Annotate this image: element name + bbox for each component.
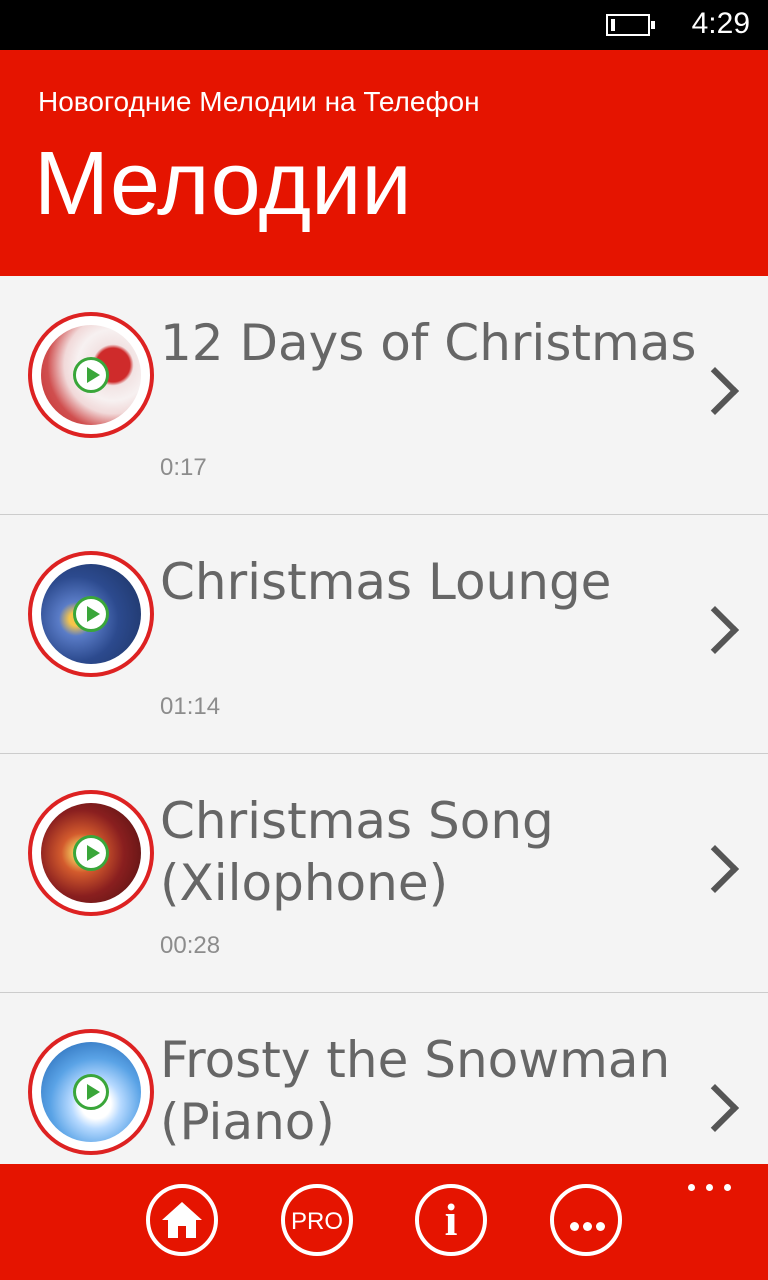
song-title: Christmas Lounge	[160, 553, 612, 611]
song-duration: 0:17	[160, 454, 207, 481]
play-icon[interactable]	[73, 1074, 109, 1110]
home-icon	[162, 1202, 202, 1238]
home-button[interactable]	[146, 1184, 218, 1256]
song-item[interactable]: Frosty the Snowman (Piano)	[0, 993, 768, 1164]
song-thumbnail	[28, 312, 154, 438]
app-bar: PRO i	[0, 1164, 768, 1280]
song-duration: 00:28	[160, 932, 221, 959]
play-icon[interactable]	[73, 357, 109, 393]
song-thumbnail	[28, 551, 154, 677]
app-title: Новогодние Мелодии на Телефон	[38, 86, 480, 117]
play-icon[interactable]	[73, 835, 109, 871]
chevron-right-icon[interactable]	[690, 605, 740, 655]
ellipsis-icon	[565, 1216, 609, 1231]
page-title: Мелодии	[34, 134, 412, 234]
song-item[interactable]: 12 Days of Christmas 0:17	[0, 276, 768, 515]
song-thumbnail	[28, 1029, 154, 1155]
info-button[interactable]: i	[415, 1184, 487, 1256]
song-duration: 01:14	[160, 693, 221, 720]
status-bar: 4:29	[0, 0, 768, 50]
song-list: 12 Days of Christmas 0:17 Christmas Loun…	[0, 276, 768, 1164]
song-item[interactable]: Christmas Song (Xilophone) 00:28	[0, 754, 768, 993]
play-icon[interactable]	[73, 596, 109, 632]
song-thumbnail	[28, 790, 154, 916]
song-title: Christmas Song (Xilophone)	[160, 792, 554, 912]
appbar-ellipsis-icon[interactable]	[688, 1184, 732, 1194]
pro-label: PRO	[290, 1208, 343, 1235]
song-title: Frosty the Snowman (Piano)	[160, 1031, 671, 1151]
info-icon: i	[444, 1194, 458, 1245]
more-button[interactable]	[550, 1184, 622, 1256]
clock: 4:29	[691, 7, 750, 40]
song-item[interactable]: Christmas Lounge 01:14	[0, 515, 768, 754]
header: Новогодние Мелодии на Телефон Мелодии	[0, 50, 768, 276]
song-title: 12 Days of Christmas	[160, 314, 697, 372]
chevron-right-icon[interactable]	[690, 366, 740, 416]
battery-icon	[606, 14, 655, 36]
pro-button[interactable]: PRO	[281, 1184, 353, 1256]
